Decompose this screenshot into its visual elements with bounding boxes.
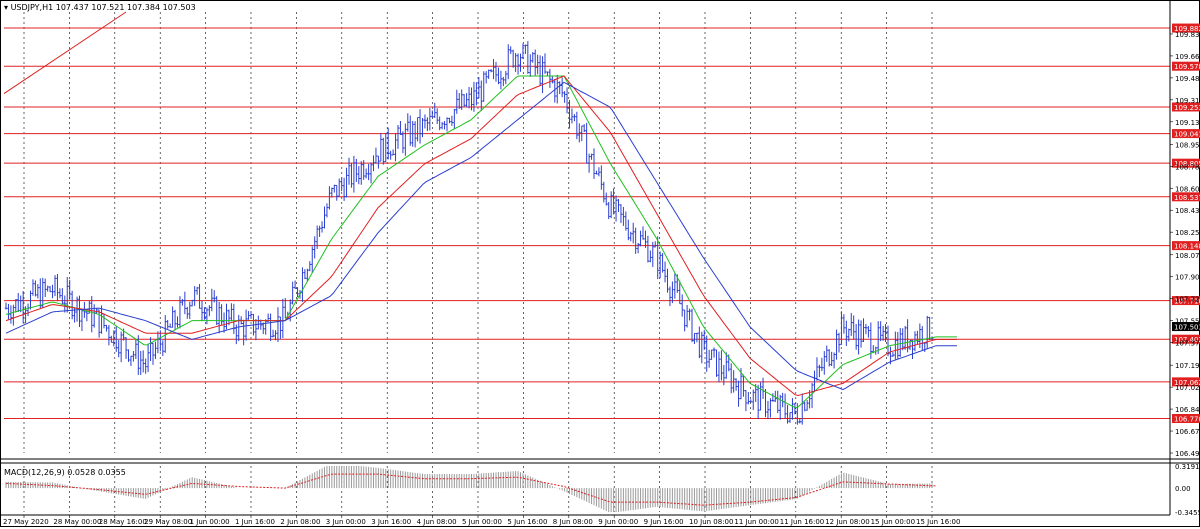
time-tick-label: 9 Jun 16:00 xyxy=(644,518,684,526)
time-tick-label: 27 May 2020 xyxy=(3,518,49,526)
chart-background xyxy=(0,0,1200,527)
price-tick-label: 106.495 xyxy=(1175,450,1200,458)
time-tick-label: 5 Jun 16:00 xyxy=(507,518,547,526)
time-tick-label: 10 Jun 08:00 xyxy=(689,518,733,526)
price-tick-label: 107.375 xyxy=(1175,340,1200,348)
price-tick-label: 106.670 xyxy=(1175,428,1200,436)
time-tick-label: 3 Jun 00:00 xyxy=(326,518,366,526)
time-tick-label: 4 Jun 08:00 xyxy=(417,518,457,526)
price-tick-label: 108.780 xyxy=(1175,163,1200,171)
time-tick-label: 12 Jun 08:00 xyxy=(825,518,869,526)
time-tick-label: 11 Jun 00:00 xyxy=(734,518,778,526)
dropdown-icon[interactable]: ▾ xyxy=(4,3,8,12)
time-tick-label: 2 Jun 08:00 xyxy=(280,518,320,526)
time-tick-label: 11 Jun 16:00 xyxy=(780,518,824,526)
price-tick-label: 108.075 xyxy=(1175,252,1200,260)
symbol-info: ▾ USDJPY,H1 107.437 107.521 107.384 107.… xyxy=(4,3,196,12)
macd-label: MACD(12,26,9) 0.0528 0.0355 xyxy=(4,468,126,477)
time-tick-label: 8 Jun 08:00 xyxy=(553,518,593,526)
price-tick-label: 108.430 xyxy=(1175,207,1200,215)
macd-tick-label: -0.3455 xyxy=(1175,509,1200,517)
price-tick-label: 107.020 xyxy=(1175,384,1200,392)
symbol-ohlc: USDJPY,H1 107.437 107.521 107.384 107.50… xyxy=(10,3,196,12)
price-tick-label: 108.955 xyxy=(1175,141,1200,149)
price-tick-label: 107.725 xyxy=(1175,296,1200,304)
time-tick-label: 29 May 08:00 xyxy=(144,518,192,526)
level-label: 109.578 xyxy=(1174,63,1200,71)
price-tick-label: 107.195 xyxy=(1175,362,1200,370)
time-tick-label: 9 Jun 00:00 xyxy=(598,518,638,526)
price-tick-label: 107.900 xyxy=(1175,274,1200,282)
time-tick-label: 28 May 00:00 xyxy=(53,518,101,526)
price-tick-label: 109.485 xyxy=(1175,75,1200,83)
price-tick-label: 108.255 xyxy=(1175,229,1200,237)
level-label: 106.770 xyxy=(1174,415,1200,423)
time-tick-label: 1 Jun 00:00 xyxy=(190,518,230,526)
level-label: 109.253 xyxy=(1174,104,1200,112)
time-tick-label: 5 Jun 00:00 xyxy=(462,518,502,526)
time-tick-label: 15 Jun 16:00 xyxy=(916,518,960,526)
price-tick-label: 106.845 xyxy=(1175,406,1200,414)
price-tick-label: 108.605 xyxy=(1175,185,1200,193)
macd-tick-label: 0.3191 xyxy=(1175,463,1200,471)
level-label: 108.148 xyxy=(1174,243,1200,251)
chart-window[interactable]: 109.882109.578109.253109.041108.805108.5… xyxy=(0,0,1200,527)
current-price-label: 107.503 xyxy=(1174,324,1200,332)
time-tick-label: 15 Jun 00:00 xyxy=(871,518,915,526)
price-tick-label: 109.135 xyxy=(1175,119,1200,127)
level-label: 108.537 xyxy=(1174,194,1200,202)
price-tick-label: 109.660 xyxy=(1175,53,1200,61)
time-tick-label: 28 May 16:00 xyxy=(99,518,147,526)
level-label: 109.041 xyxy=(1174,131,1200,139)
price-chart[interactable]: 109.882109.578109.253109.041108.805108.5… xyxy=(0,0,1200,527)
price-tick-label: 109.835 xyxy=(1175,31,1200,39)
macd-tick-label: 0.00 xyxy=(1175,485,1191,493)
time-tick-label: 1 Jun 16:00 xyxy=(235,518,275,526)
time-tick-label: 3 Jun 16:00 xyxy=(371,518,411,526)
price-tick-label: 109.310 xyxy=(1175,97,1200,105)
